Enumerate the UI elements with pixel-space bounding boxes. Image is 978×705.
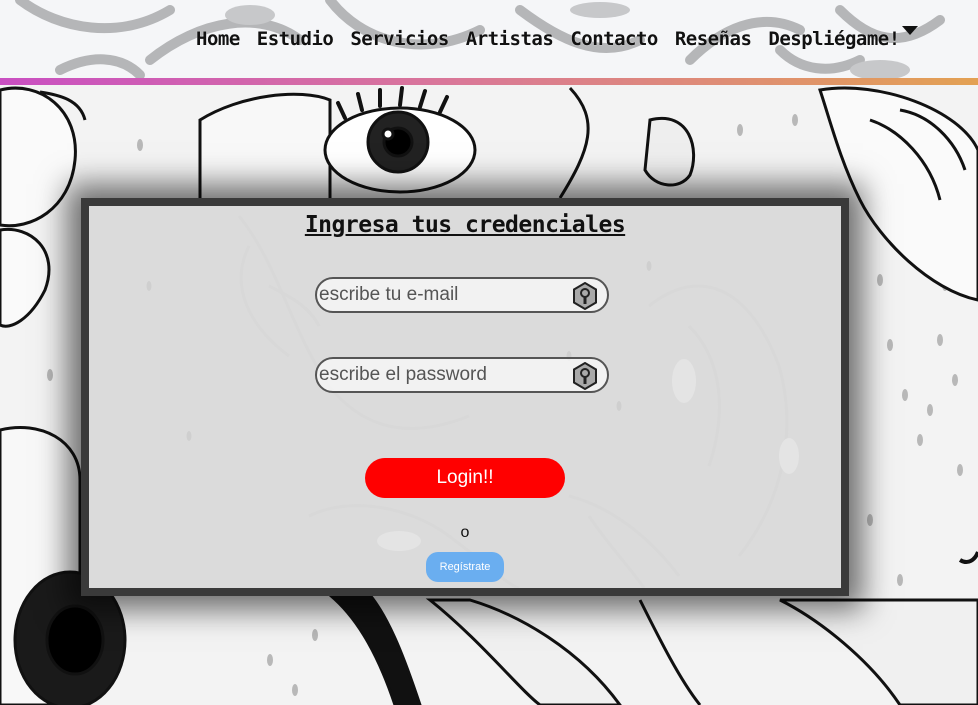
login-card-body: Ingresa tus credenciales Login!! o Regís… [89,206,841,588]
nav-link-resenas[interactable]: Reseñas [675,28,752,50]
nav-link-contacto[interactable]: Contacto [570,28,658,50]
nav-link-servicios[interactable]: Servicios [350,28,449,50]
login-title: Ingresa tus credenciales [304,212,626,238]
register-button[interactable]: Regístrate [426,552,504,582]
navbar-gradient-line [0,78,978,85]
email-input[interactable] [319,282,569,308]
top-navbar: Home Estudio Servicios Artistas Contacto… [0,0,978,80]
nav-link-artistas[interactable]: Artistas [466,28,554,50]
email-field[interactable] [315,277,609,313]
password-field[interactable] [315,357,609,393]
password-input[interactable] [319,362,569,388]
nav-dropdown-label[interactable]: Despliégame! [768,28,900,50]
login-card: Ingresa tus credenciales Login!! o Regís… [81,198,849,596]
key-hole-icon [573,282,597,310]
login-button[interactable]: Login!! [365,458,565,498]
nav-links: Home Estudio Servicios Artistas Contacto… [196,25,918,50]
nav-dropdown-toggle[interactable]: Despliégame! [768,25,918,50]
key-hole-icon [573,362,597,390]
nav-link-estudio[interactable]: Estudio [257,28,334,50]
or-separator: o [460,524,470,541]
nav-link-home[interactable]: Home [196,28,240,50]
caret-down-icon[interactable] [901,25,918,35]
